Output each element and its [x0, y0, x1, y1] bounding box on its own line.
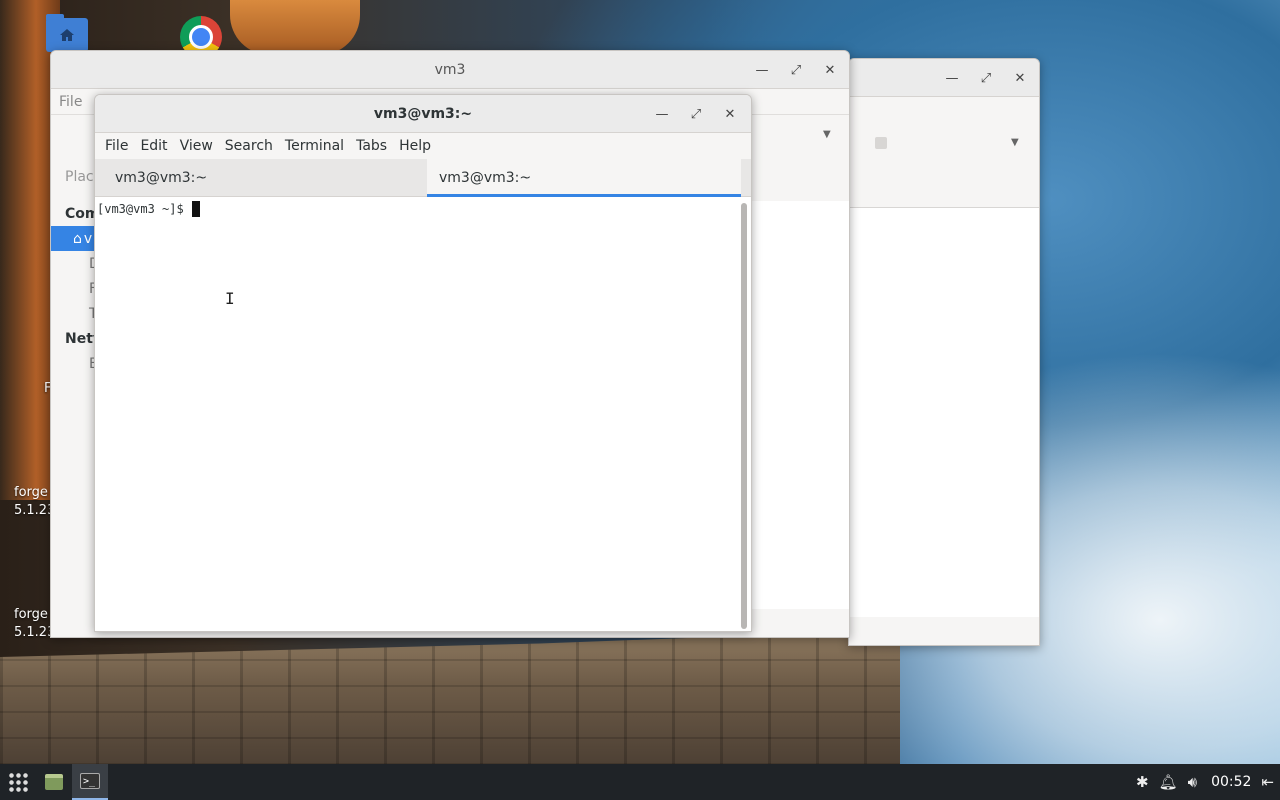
sidebar: Com ⌂ v D F T Netv B: [51, 201, 103, 637]
maximize-button[interactable]: ⤢: [779, 55, 813, 85]
file-manager-icon: [45, 774, 63, 790]
sidebar-item-label: v: [83, 230, 93, 247]
menu-terminal[interactable]: Terminal: [279, 133, 350, 159]
window-title: vm3@vm3:~: [373, 105, 473, 122]
menu-help[interactable]: Help: [393, 133, 437, 159]
terminal-tab-active[interactable]: vm3@vm3:~: [427, 159, 741, 197]
close-button[interactable]: ✕: [1003, 63, 1037, 93]
taskbar-terminal-button[interactable]: >_: [72, 764, 108, 800]
bell-icon[interactable]: 🔔︎: [1159, 773, 1178, 791]
menu-tabs[interactable]: Tabs: [350, 133, 393, 159]
maximize-button[interactable]: ⤢: [969, 63, 1003, 93]
clock[interactable]: 00:52: [1211, 774, 1251, 790]
menu-edit[interactable]: Edit: [134, 133, 173, 159]
text-cursor: [191, 201, 200, 217]
wallpaper-arch-top: [230, 0, 360, 55]
menu-file[interactable]: File: [99, 133, 134, 159]
menu-search[interactable]: Search: [219, 133, 279, 159]
terminal-tab[interactable]: vm3@vm3:~: [95, 159, 427, 197]
prompt-line: [vm3@vm3 ~]$: [97, 201, 200, 217]
sidebar-heading-computer: Com: [65, 205, 100, 222]
minimize-button[interactable]: —: [935, 63, 969, 93]
app-grid-icon: [8, 772, 28, 792]
terminal-scrollbar[interactable]: [741, 203, 747, 629]
window-title: vm3: [434, 61, 466, 78]
window-controls: — ⤢ ✕: [645, 95, 747, 133]
home-folder-icon[interactable]: [46, 14, 88, 52]
chevron-down-icon[interactable]: ▼: [823, 129, 831, 140]
logout-icon[interactable]: ⇤: [1261, 773, 1274, 791]
minimize-button[interactable]: —: [645, 99, 679, 129]
minimize-button[interactable]: —: [745, 55, 779, 85]
chevron-down-icon[interactable]: ▼: [1011, 137, 1019, 148]
menu-file[interactable]: File: [59, 94, 82, 110]
sidebar-heading-network: Netv: [65, 330, 103, 347]
ibeam-cursor-icon: I: [225, 289, 235, 308]
shell-prompt: [vm3@vm3 ~]$: [97, 202, 184, 216]
system-tray: ✱ 🔔︎ 🔊︎ 00:52 ⇤: [1136, 764, 1280, 800]
window-content: [849, 207, 1039, 617]
window-titlebar[interactable]: vm3@vm3:~ — ⤢ ✕: [95, 95, 751, 133]
close-button[interactable]: ✕: [813, 55, 847, 85]
sidebar-item[interactable]: B: [51, 351, 99, 376]
window-titlebar[interactable]: vm3 — ⤢ ✕: [51, 51, 849, 89]
menu-view[interactable]: View: [174, 133, 219, 159]
window-controls: — ⤢ ✕: [745, 51, 847, 89]
sidebar-item[interactable]: F: [51, 276, 97, 301]
app-grid-button[interactable]: [0, 764, 36, 800]
window-controls: — ⤢ ✕: [935, 59, 1037, 97]
background-window[interactable]: — ⤢ ✕ ▼: [848, 58, 1040, 646]
taskbar-files-button[interactable]: [36, 764, 72, 800]
terminal-window[interactable]: vm3@vm3:~ — ⤢ ✕ File Edit View Search Te…: [94, 94, 752, 632]
new-item-icon[interactable]: [875, 137, 887, 149]
sidebar-item-home[interactable]: ⌂ v: [51, 226, 97, 251]
file-view-area[interactable]: [751, 201, 849, 609]
terminal-menubar: File Edit View Search Terminal Tabs Help: [95, 133, 751, 159]
terminal-output[interactable]: [vm3@vm3 ~]$ I: [95, 197, 751, 631]
taskbar: >_ ✱ 🔔︎ 🔊︎ 00:52 ⇤: [0, 764, 1280, 800]
window-titlebar[interactable]: — ⤢ ✕: [849, 59, 1039, 97]
sidebar-item[interactable]: T: [51, 301, 98, 326]
wallpaper-wall: [0, 630, 900, 765]
terminal-icon: >_: [80, 773, 100, 789]
home-icon: ⌂: [73, 230, 82, 247]
maximize-button[interactable]: ⤢: [679, 99, 713, 129]
close-button[interactable]: ✕: [713, 99, 747, 129]
volume-icon[interactable]: 🔊︎: [1188, 773, 1197, 791]
terminal-tabbar: vm3@vm3:~ vm3@vm3:~: [95, 159, 751, 197]
sidebar-item[interactable]: D: [51, 251, 100, 276]
bee-icon[interactable]: ✱: [1136, 773, 1149, 791]
